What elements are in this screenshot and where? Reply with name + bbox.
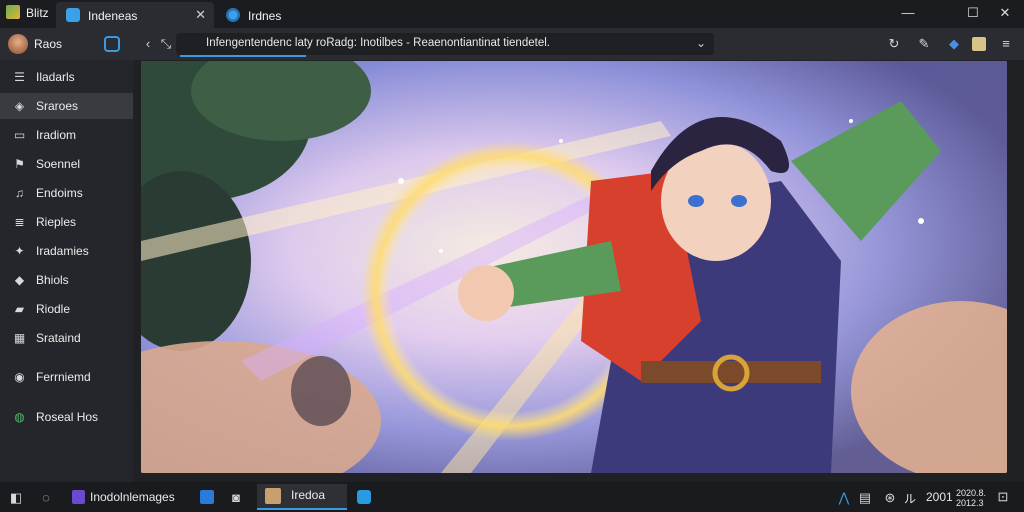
profile-name: Raos (34, 37, 63, 51)
home-icon[interactable] (104, 36, 120, 52)
chevron-down-icon[interactable]: ⌄ (696, 36, 706, 50)
url-text[interactable]: Infengentendenc laty roRadg: Inotilbes -… (206, 37, 550, 49)
sidebar-item-label: Sraroes (36, 99, 79, 113)
extension-image-icon[interactable] (972, 37, 986, 51)
sidebar-item-label: Iradamies (36, 244, 89, 258)
main-image (141, 61, 1007, 473)
app-logo-icon (6, 5, 20, 19)
sidebar-item-label: Roseal Hos (36, 410, 99, 424)
sidebar-item-label: Riodle (36, 302, 71, 316)
sidebar-item-label: Endoims (36, 186, 83, 200)
sidebar-item[interactable]: ♫ Endoims (0, 180, 133, 206)
sidebar-item-label: Iladarls (36, 70, 75, 84)
word-icon[interactable] (200, 490, 214, 504)
tray-date-block[interactable]: 2020.8. 2012.3 (956, 488, 986, 508)
app-thumbnail-icon (265, 488, 281, 504)
window-icon (66, 8, 80, 22)
tab-irdnes[interactable]: Irdnes (216, 2, 378, 28)
tray-date: 2020.8. (956, 488, 987, 498)
sidebar-item[interactable]: ◍ Roseal Hos (0, 404, 133, 430)
close-tab-icon[interactable]: ✕ (195, 7, 206, 23)
sidebar-item-label: Srataind (36, 331, 81, 345)
minimize-button[interactable]: — (897, 4, 919, 22)
notification-icon[interactable]: ⊡ (994, 489, 1012, 505)
sidebar-item[interactable]: ▭ Iradiom (0, 122, 133, 148)
taskbar-active-label: Iredoa (291, 488, 326, 502)
tray-time[interactable]: 2001 (926, 490, 953, 504)
extension-icon[interactable]: ◆ (946, 36, 962, 52)
document-icon: ≣ (14, 215, 25, 229)
close-window-button[interactable]: ✕ (994, 4, 1016, 22)
settings-icon: ◉ (14, 370, 25, 384)
book-icon: ▭ (13, 128, 26, 142)
puzzle-icon: ✦ (14, 244, 25, 258)
app-icon[interactable] (72, 490, 85, 504)
sidebar-item[interactable]: ≣ Rieples (0, 209, 133, 235)
taskbar-active-app[interactable]: Iredoa (257, 484, 347, 510)
sidebar-item[interactable]: ◈ Sraroes (0, 93, 133, 119)
bookmark-icon: ▰ (14, 302, 25, 316)
start-icon[interactable]: ◧ (8, 490, 24, 506)
sidebar-item-label: Ferrniemd (36, 370, 91, 384)
list-icon: ☰ (14, 70, 25, 84)
flag-icon: ⚑ (14, 157, 25, 171)
pin-icon[interactable]: ⤡ (158, 36, 174, 52)
network-icon[interactable]: ⊛ (882, 490, 898, 505)
pen-icon[interactable]: ✎ (916, 36, 932, 52)
address-underline (180, 55, 306, 57)
illustration (141, 61, 1007, 473)
music-icon: ♫ (15, 186, 24, 200)
sidebar-item[interactable]: ◆ Bhiols (0, 267, 133, 293)
back-icon[interactable]: ‹ (140, 36, 156, 52)
tab-label: Irdnes (248, 9, 282, 23)
sidebar-item[interactable]: ☰ Iladarls (0, 64, 133, 90)
camera-icon[interactable]: ◙ (228, 490, 244, 506)
sidebar-item-label: Rieples (36, 215, 77, 229)
tray-date-secondary: 2012.3 (956, 498, 984, 508)
tray-chars: ル (904, 492, 917, 506)
keyboard-icon[interactable]: ▤ (858, 490, 872, 505)
shield-icon: ◈ (14, 99, 25, 113)
store-icon[interactable] (357, 490, 371, 504)
paint-icon: ◆ (14, 273, 25, 287)
browser-icon (226, 8, 240, 22)
search-icon[interactable]: ◌ (38, 490, 54, 506)
taskbar-search-label: Inodolnlemages (90, 490, 175, 504)
globe-icon: ◍ (14, 410, 25, 424)
sidebar-item-label: Bhiols (36, 273, 69, 287)
app-name: Blitz (26, 6, 49, 20)
sidebar-item[interactable]: ▰ Riodle (0, 296, 133, 322)
sidebar-item[interactable]: ⚑ Soennel (0, 151, 133, 177)
tab-indeneas[interactable]: Indeneas ✕ (56, 2, 214, 28)
sidebar-item-label: Soennel (36, 157, 81, 171)
calendar-icon: ▦ (13, 331, 26, 345)
sidebar-item-label: Iradiom (36, 128, 77, 142)
taskbar-search[interactable]: Inodolnlemages (90, 486, 190, 508)
maximize-button[interactable]: ☐ (962, 4, 984, 22)
avatar[interactable] (8, 34, 28, 54)
sidebar-item[interactable]: ▦ Srataind (0, 325, 133, 351)
chevron-up-icon[interactable]: ⋀ (837, 490, 851, 505)
menu-icon[interactable]: ≡ (998, 36, 1014, 52)
sidebar-item[interactable]: ◉ Ferrniemd (0, 364, 133, 390)
sidebar-item[interactable]: ✦ Iradamies (0, 238, 133, 264)
address-bar[interactable]: Infengentendenc laty roRadg: Inotilbes -… (176, 33, 714, 57)
tab-label: Indeneas (88, 9, 138, 23)
refresh-icon[interactable]: ↻ (886, 36, 902, 52)
